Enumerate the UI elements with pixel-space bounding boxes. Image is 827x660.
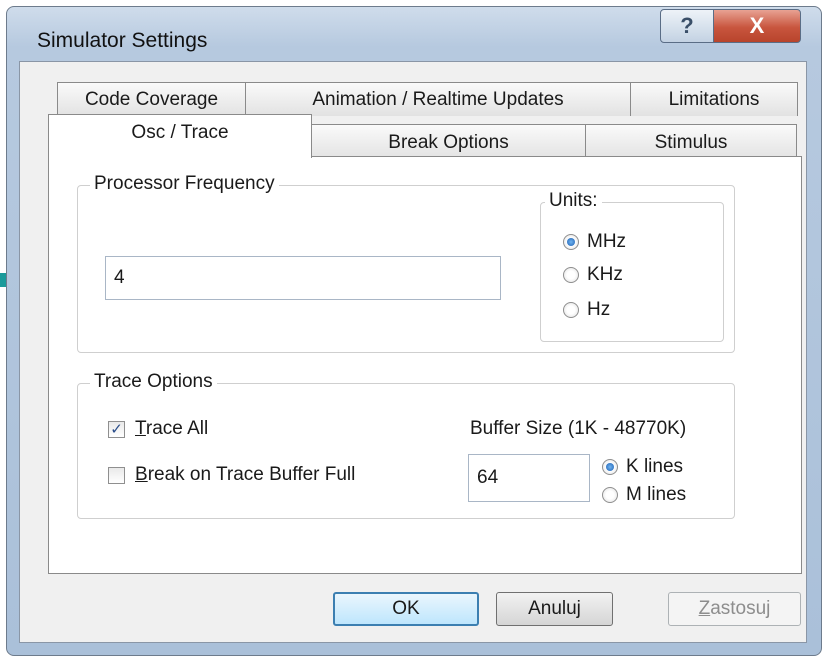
tab-label: Break Options [388,131,509,153]
processor-frequency-group: Processor Frequency 4 Units: MHz KHz Hz [77,173,735,353]
tab-limitations[interactable]: Limitations [630,82,798,116]
trace-options-label: Trace Options [90,371,217,393]
tab-label: Osc / Trace [131,121,229,143]
frequency-input[interactable]: 4 [105,256,501,300]
radio-button[interactable] [563,234,579,250]
radio-label: Hz [587,299,611,320]
tab-break-options[interactable]: Break Options [311,124,586,160]
radio-label: K lines [626,456,684,477]
break-on-buffer-full-checkbox[interactable]: Break on Trace Buffer Full [108,464,355,486]
radio-mhz[interactable]: MHz [563,231,626,253]
trace-all-label: Trace All [135,418,209,439]
radio-m-lines[interactable]: M lines [602,484,686,506]
close-icon: X [749,13,765,38]
break-on-buffer-full-label: Break on Trace Buffer Full [135,464,356,485]
close-button[interactable]: X [713,9,801,43]
radio-button[interactable] [563,267,579,283]
tab-label: Stimulus [654,131,728,153]
checkbox-box[interactable]: ✓ [108,420,125,438]
units-group: Units: MHz KHz Hz [540,190,724,342]
trace-all-checkbox[interactable]: ✓ Trace All [108,418,208,440]
radio-k-lines[interactable]: K lines [602,456,683,478]
tab-label: Limitations [668,88,760,110]
tab-label: Code Coverage [84,88,219,110]
ok-button[interactable]: OK [333,592,479,626]
radio-button[interactable] [602,487,618,503]
frequency-value: 4 [114,267,125,288]
radio-label: M lines [626,484,687,505]
tab-stimulus[interactable]: Stimulus [585,124,797,160]
processor-frequency-label: Processor Frequency [90,173,279,195]
window-title: Simulator Settings [37,29,208,52]
radio-label: KHz [587,264,623,285]
radio-hz[interactable]: Hz [563,299,610,321]
checkbox-box[interactable] [108,466,125,484]
buffer-size-input[interactable]: 64 [468,454,590,502]
cancel-button-label: Anuluj [528,598,581,619]
trace-options-group: Trace Options ✓ Trace All Break on Trace… [77,371,735,519]
help-icon: ? [680,13,694,38]
units-label: Units: [545,190,602,212]
radio-button[interactable] [602,459,618,475]
check-icon: ✓ [110,421,123,438]
help-button[interactable]: ? [660,9,714,43]
tab-code-coverage[interactable]: Code Coverage [57,82,246,116]
tab-animation-realtime-updates[interactable]: Animation / Realtime Updates [245,82,631,116]
apply-button-label: Zastosuj [698,598,771,619]
title-bar[interactable]: Simulator Settings ? X [7,7,821,59]
tab-label: Animation / Realtime Updates [312,88,564,110]
buffer-size-value: 64 [477,467,499,488]
tab-osc-trace[interactable]: Osc / Trace [48,114,312,158]
radio-button[interactable] [563,302,579,318]
cancel-button[interactable]: Anuluj [496,592,613,626]
ok-button-label: OK [392,598,420,619]
buffer-size-label: Buffer Size (1K - 48770K) [470,418,687,439]
radio-label: MHz [587,231,627,252]
tab-page-osc-trace: Processor Frequency 4 Units: MHz KHz Hz … [48,156,802,574]
radio-khz[interactable]: KHz [563,264,623,286]
apply-button[interactable]: Zastosuj [668,592,801,626]
